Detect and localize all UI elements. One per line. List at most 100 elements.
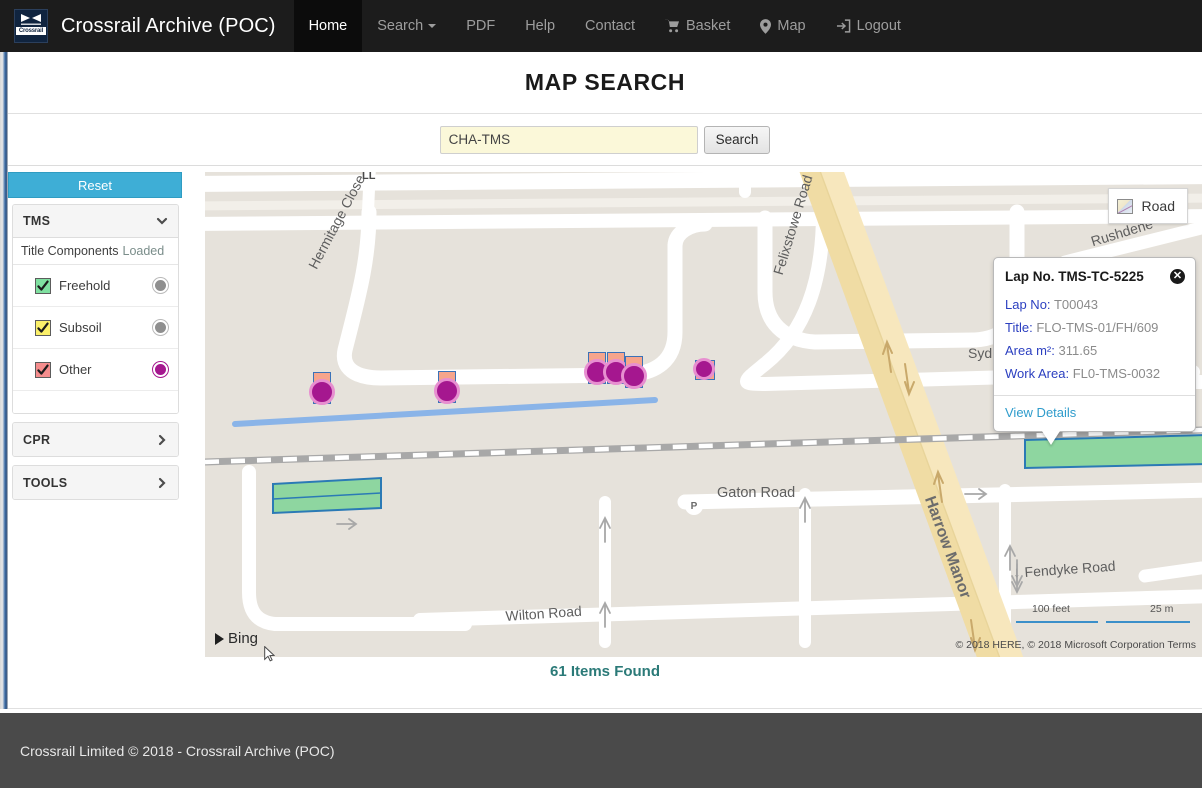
- panel-header-tms[interactable]: TMS: [13, 205, 178, 238]
- radio-other[interactable]: [153, 362, 168, 377]
- arrow-down-icon: ↓: [1013, 564, 1021, 581]
- crossrail-mark-icon: [20, 12, 42, 26]
- nav-label-pdf: PDF: [466, 18, 496, 34]
- nav-item-pdf[interactable]: PDF: [451, 0, 510, 52]
- chevron-down-icon: [428, 24, 437, 28]
- nav-label-logout: Logout: [856, 18, 901, 34]
- page-footer: Crossrail Limited © 2018 - Crossrail Arc…: [0, 713, 1202, 788]
- filter-row-other[interactable]: Other: [13, 349, 178, 391]
- nav-item-logout[interactable]: Logout: [821, 0, 916, 52]
- panel-title-tools: TOOLS: [23, 475, 68, 490]
- infobox-value: 311.65: [1058, 343, 1098, 358]
- panel-tms: TMS Title Components Loaded Freehold Sub…: [12, 204, 179, 414]
- logo-wordmark: Crossrail: [16, 27, 46, 35]
- scale-bar-metric: [1106, 621, 1190, 623]
- marker-dot: [621, 363, 647, 389]
- panel-header-tools[interactable]: TOOLS: [13, 466, 178, 499]
- infobox-row-work-area: Work Area: FL0-TMS-0032: [1005, 362, 1184, 385]
- filter-label-subsoil: Subsoil: [59, 320, 102, 335]
- view-details-link[interactable]: View Details: [1005, 405, 1076, 420]
- nav-item-basket[interactable]: Basket: [650, 0, 745, 52]
- results-bar: 61 Items Found: [8, 657, 1202, 709]
- title-components-status: Loaded: [122, 244, 165, 258]
- cart-icon: [665, 19, 680, 33]
- search-button[interactable]: Search: [703, 125, 771, 154]
- panel-tools: TOOLS: [12, 465, 179, 500]
- checkbox-other[interactable]: [35, 361, 51, 378]
- nav-item-map[interactable]: Map: [745, 0, 820, 52]
- map-infobox: Lap No. TMS-TC-5225 ✕ Lap No: T00043 Tit…: [993, 257, 1196, 445]
- nav-item-help[interactable]: Help: [510, 0, 570, 52]
- search-input[interactable]: [439, 125, 698, 154]
- pin-icon: [760, 18, 772, 34]
- scale-imperial-label: 100 feet: [1032, 603, 1070, 615]
- infobox-key: Title:: [1005, 320, 1033, 335]
- brand[interactable]: Crossrail Crossrail Archive (POC): [0, 0, 284, 52]
- nav-label-help: Help: [525, 18, 556, 34]
- infobox-key: Area m²:: [1005, 343, 1055, 358]
- title-components-header: Title Components Loaded: [13, 238, 178, 265]
- panel-cpr: CPR: [12, 422, 179, 457]
- page-title: MAP SEARCH: [524, 69, 686, 95]
- checkbox-freehold[interactable]: [35, 277, 51, 294]
- nav-label-search: Search: [377, 18, 424, 34]
- filter-row-subsoil[interactable]: Subsoil: [13, 307, 178, 349]
- close-icon[interactable]: ✕: [1170, 269, 1185, 284]
- panel-header-cpr[interactable]: CPR: [13, 423, 178, 456]
- footer-text: Crossrail Limited © 2018 - Crossrail Arc…: [20, 742, 335, 759]
- bing-wordmark: Bing: [228, 630, 259, 647]
- infobox-value: FLO-TMS-01/FH/609: [1036, 320, 1159, 335]
- infobox-footer: View Details: [994, 395, 1195, 431]
- title-components-label: Title Components: [21, 244, 119, 258]
- scale-bar-imperial: [1016, 621, 1098, 623]
- chevron-right-icon: [156, 477, 168, 489]
- bing-triangle-icon: [215, 632, 224, 645]
- nav-item-search[interactable]: Search: [362, 0, 451, 52]
- nav-item-contact[interactable]: Contact: [570, 0, 650, 52]
- infobox-rows: Lap No: T00043 Title: FLO-TMS-01/FH/609 …: [994, 293, 1195, 395]
- scale-metric-label: 25 m: [1150, 603, 1174, 615]
- infobox-row-area: Area m²: 311.65: [1005, 339, 1184, 362]
- marker-dot: [309, 379, 335, 405]
- panel-title-cpr: CPR: [23, 432, 51, 447]
- map-scale-bar: 100 feet 25 m: [1010, 603, 1194, 629]
- nav-label-basket: Basket: [686, 18, 731, 34]
- nav-label-home: Home: [308, 18, 348, 34]
- filter-sidebar: Reset TMS Title Components Loaded Freeho…: [5, 172, 185, 500]
- filter-row-freehold[interactable]: Freehold: [13, 265, 178, 307]
- infobox-row-lap-no: Lap No: T00043: [1005, 293, 1184, 316]
- nav-label-contact: Contact: [585, 18, 636, 34]
- bing-logo[interactable]: Bing: [215, 630, 258, 647]
- map-attribution: © 2018 HERE, © 2018 Microsoft Corporatio…: [955, 639, 1196, 651]
- filter-label-freehold: Freehold: [59, 278, 111, 293]
- parking-poi-icon: P: [685, 497, 703, 515]
- infobox-value: FL0-TMS-0032: [1072, 366, 1161, 381]
- filter-label-other: Other: [59, 362, 92, 377]
- top-navbar: Crossrail Crossrail Archive (POC) Home S…: [0, 0, 1202, 52]
- infobox-row-title: Title: FLO-TMS-01/FH/609: [1005, 316, 1184, 339]
- mouse-cursor: [264, 645, 276, 667]
- parking-label: P: [690, 500, 698, 512]
- marker-dot: [434, 378, 460, 404]
- infobox-key: Work Area:: [1005, 366, 1070, 381]
- chevron-right-icon: [156, 434, 168, 446]
- nav-items: Home Search PDF Help Contact Basket Map …: [293, 0, 916, 52]
- radio-freehold[interactable]: [153, 278, 168, 293]
- nav-label-map: Map: [777, 18, 806, 34]
- radio-subsoil[interactable]: [153, 320, 168, 335]
- marker-dot: [693, 358, 715, 380]
- checkbox-subsoil[interactable]: [35, 319, 51, 336]
- page-header: MAP SEARCH: [8, 52, 1202, 114]
- map-type-label: Road: [1141, 198, 1175, 214]
- sign-out-icon: [836, 19, 851, 33]
- map-type-button[interactable]: Road: [1107, 188, 1188, 224]
- panel-footer-tms: [13, 391, 178, 413]
- page-root: Crossrail Crossrail Archive (POC) Home S…: [0, 0, 1202, 788]
- nav-item-home[interactable]: Home: [293, 0, 363, 52]
- results-count: 61 Items Found: [549, 663, 661, 680]
- infobox-value: T00043: [1053, 297, 1099, 312]
- reset-button[interactable]: Reset: [8, 172, 182, 198]
- infobox-pointer: [1042, 431, 1060, 445]
- infobox-title: Lap No. TMS-TC-5225: [1005, 269, 1144, 284]
- chevron-down-icon: [156, 215, 168, 227]
